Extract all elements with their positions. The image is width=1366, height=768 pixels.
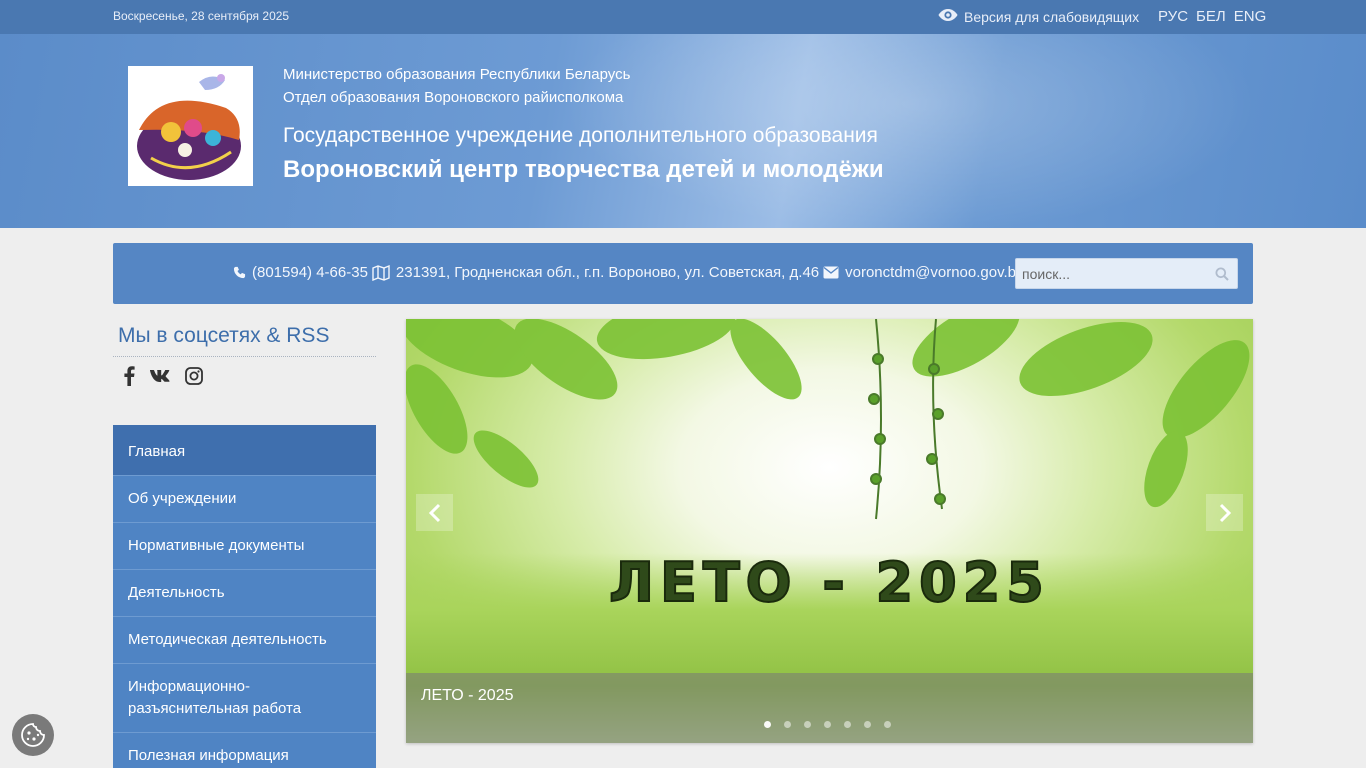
department-name: Отдел образования Вороновского райисполк… <box>283 89 624 106</box>
slider-dots <box>764 721 891 728</box>
menu-item-documents[interactable]: Нормативные документы <box>113 523 376 570</box>
slider-dot[interactable] <box>844 721 851 728</box>
lang-bel[interactable]: БЕЛ <box>1196 8 1226 25</box>
address-text: 231391, Гродненская обл., г.п. Вороново,… <box>395 264 820 281</box>
search-box <box>1015 258 1238 289</box>
contact-bar: (801594) 4-66-35 231391, Гродненская обл… <box>113 243 1253 304</box>
slider-dot[interactable] <box>784 721 791 728</box>
contact-info: (801594) 4-66-35 231391, Гродненская обл… <box>233 264 1024 281</box>
language-switcher: РУС БЕЛ ENG <box>1158 8 1266 25</box>
menu-item-about[interactable]: Об учреждении <box>113 476 376 523</box>
top-bar: Воскресенье, 28 сентября 2025 Версия для… <box>0 0 1366 34</box>
phone-icon <box>233 266 246 279</box>
eye-icon <box>938 8 958 25</box>
lang-eng[interactable]: ENG <box>1234 8 1267 25</box>
map-icon <box>372 264 390 281</box>
cookie-icon <box>21 723 45 747</box>
chevron-right-icon <box>1219 503 1231 522</box>
lang-rus[interactable]: РУС <box>1158 8 1188 25</box>
phone-number[interactable]: (801594) 4-66-35 <box>252 264 368 281</box>
facebook-icon[interactable] <box>123 366 135 386</box>
slide-caption-text[interactable]: ЛЕТО - 2025 <box>421 687 513 705</box>
ministry-name: Министерство образования Республики Бела… <box>283 66 631 83</box>
envelope-icon <box>823 266 839 279</box>
low-vision-link[interactable]: Версия для слабовидящих <box>938 8 1139 25</box>
institution-type: Государственное учреждение дополнительно… <box>283 124 878 147</box>
cookie-settings-button[interactable] <box>12 714 54 756</box>
vk-icon[interactable] <box>149 369 171 383</box>
slide-caption: ЛЕТО - 2025 <box>406 673 1253 743</box>
social-links <box>123 366 203 386</box>
slider-dot[interactable] <box>824 721 831 728</box>
site-header: Министерство образования Республики Бела… <box>0 34 1366 228</box>
low-vision-label: Версия для слабовидящих <box>964 8 1140 25</box>
site-logo[interactable] <box>128 66 253 186</box>
slider-dot[interactable] <box>764 721 771 728</box>
social-heading: Мы в соцсетях & RSS <box>118 324 330 347</box>
social-divider <box>113 356 376 357</box>
slider-next-button[interactable] <box>1206 494 1243 531</box>
institution-name[interactable]: Вороновский центр творчества детей и мол… <box>283 156 884 184</box>
menu-item-methodical[interactable]: Методическая деятельность <box>113 617 376 664</box>
slider-dot[interactable] <box>884 721 891 728</box>
menu-item-activities[interactable]: Деятельность <box>113 570 376 617</box>
current-date: Воскресенье, 28 сентября 2025 <box>113 9 290 23</box>
slider-dot[interactable] <box>804 721 811 728</box>
menu-item-information[interactable]: Информационно-разъяснительная работа <box>113 664 376 733</box>
search-input[interactable] <box>1016 259 1206 288</box>
menu-item-home[interactable]: Главная <box>113 429 376 476</box>
image-slider[interactable]: ЛЕТО - 2025 ЛЕТО - 2025 <box>406 319 1253 743</box>
email-link[interactable]: voronctdm@vornoo.gov.by <box>845 264 1023 281</box>
main-navigation: Главная Об учреждении Нормативные докуме… <box>113 425 376 768</box>
search-icon[interactable] <box>1215 267 1229 286</box>
menu-item-useful[interactable]: Полезная информация <box>113 733 376 768</box>
instagram-icon[interactable] <box>185 367 203 385</box>
slider-prev-button[interactable] <box>416 494 453 531</box>
chevron-left-icon <box>428 503 440 522</box>
slider-dot[interactable] <box>864 721 871 728</box>
slide-headline: ЛЕТО - 2025 <box>608 550 1050 615</box>
